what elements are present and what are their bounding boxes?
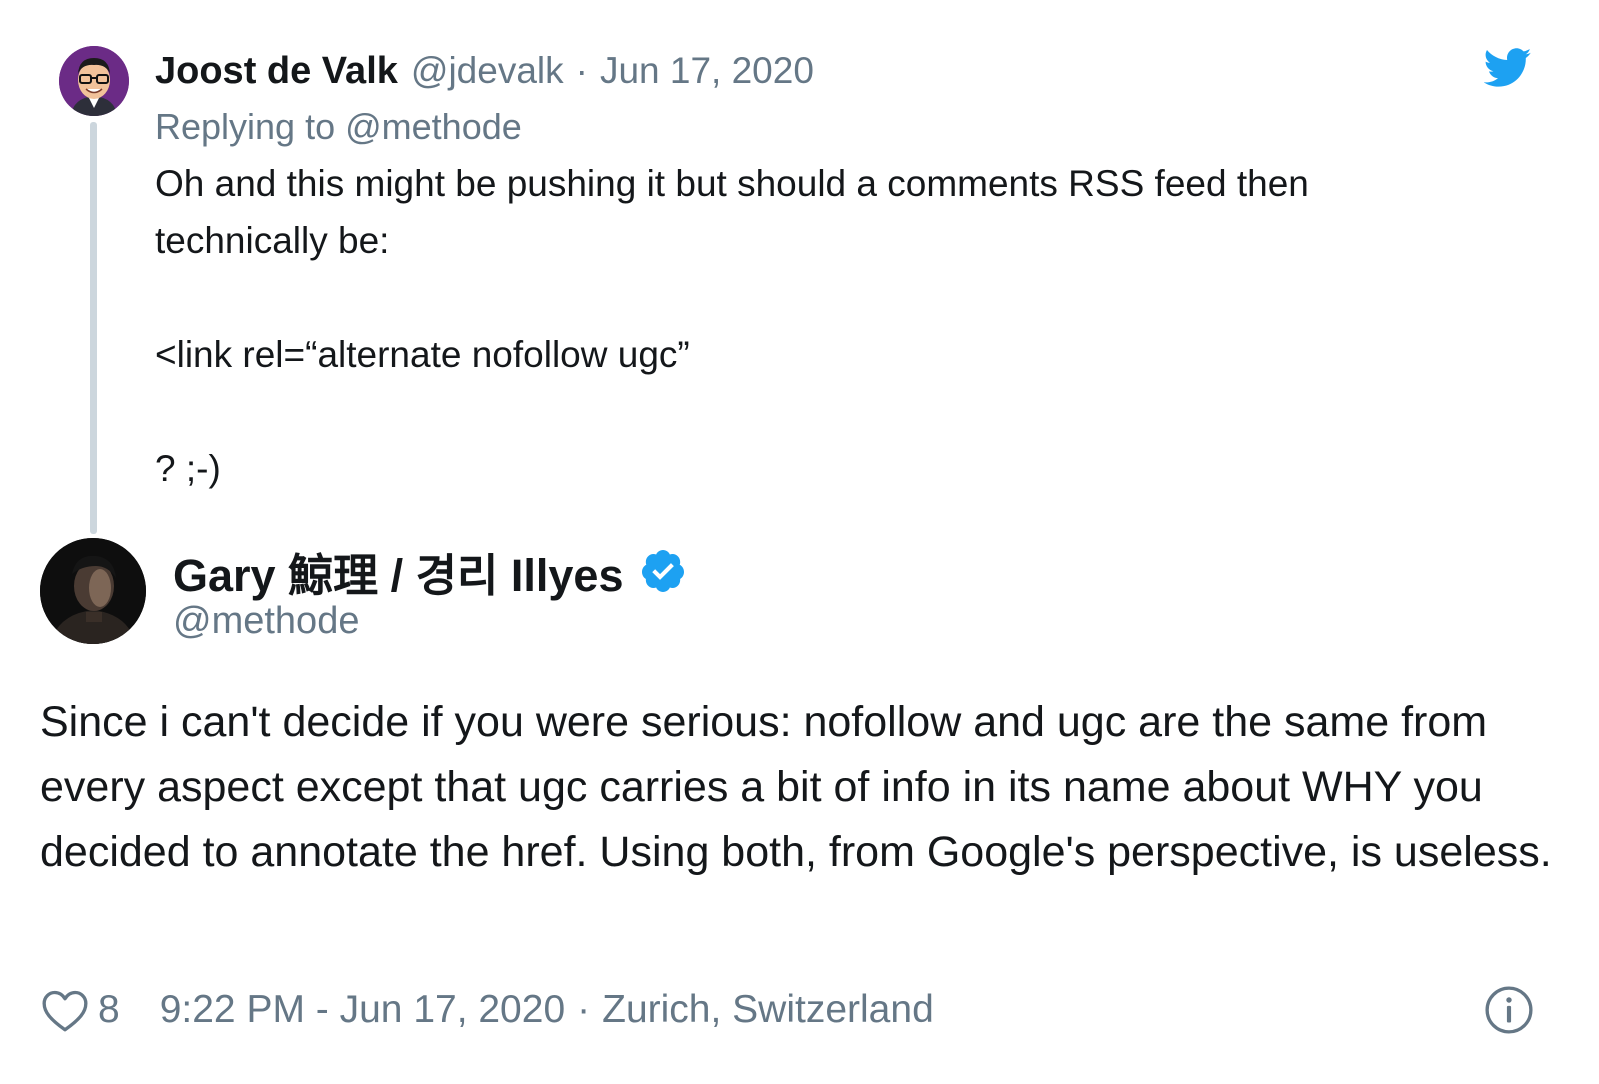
like-button[interactable]: 8: [40, 987, 120, 1033]
tweet-footer: 8 9:22 PM - Jun 17, 2020 · Zurich, Switz…: [40, 982, 1540, 1038]
parent-author-avatar[interactable]: [59, 46, 129, 116]
replying-to-line: Replying to @methode: [155, 106, 522, 148]
main-author-name-row: Gary 鯨理 / 경리 Illyes: [173, 540, 687, 602]
thread-connector-line: [90, 122, 97, 534]
replying-to-label: Replying to: [155, 106, 346, 147]
replying-to-handle[interactable]: @methode: [345, 106, 522, 147]
parent-author-name[interactable]: Joost de Valk: [155, 50, 398, 93]
parent-tweet-text-line: ? ;-): [155, 448, 221, 489]
parent-tweet-date[interactable]: Jun 17, 2020: [600, 50, 814, 92]
parent-tweet-text-line: Oh and this might be pushing it but shou…: [155, 163, 1309, 204]
main-author-name[interactable]: Gary 鯨理 / 경리 Illyes: [173, 539, 623, 604]
verified-badge-icon: [642, 550, 685, 592]
main-author-avatar[interactable]: [40, 538, 146, 644]
parent-author-handle[interactable]: @jdevalk: [411, 50, 564, 92]
avatar-photo-icon: [40, 538, 146, 644]
twitter-bird-icon[interactable]: [1484, 48, 1532, 88]
parent-tweet-header: Joost de Valk @jdevalk · Jun 17, 2020: [155, 46, 814, 96]
separator-dot: ·: [575, 50, 588, 91]
separator-dot: ·: [577, 988, 591, 1031]
avatar-cartoon-icon: [59, 46, 129, 116]
like-count: 8: [98, 988, 120, 1031]
parent-tweet-text-line: technically be:: [155, 220, 390, 261]
tweet-timestamp[interactable]: 9:22 PM - Jun 17, 2020: [160, 988, 565, 1032]
tweet-embed: Joost de Valk @jdevalk · Jun 17, 2020 Re…: [0, 0, 1599, 1084]
heart-icon: [42, 990, 88, 1032]
tweet-location[interactable]: Zurich, Switzerland: [602, 988, 934, 1032]
main-tweet-text: Since i can't decide if you were serious…: [40, 698, 1552, 876]
info-icon[interactable]: [1484, 985, 1534, 1035]
main-author-handle[interactable]: @methode: [173, 600, 359, 643]
parent-tweet-text-line: <link rel=“alternate nofollow ugc”: [155, 334, 690, 375]
